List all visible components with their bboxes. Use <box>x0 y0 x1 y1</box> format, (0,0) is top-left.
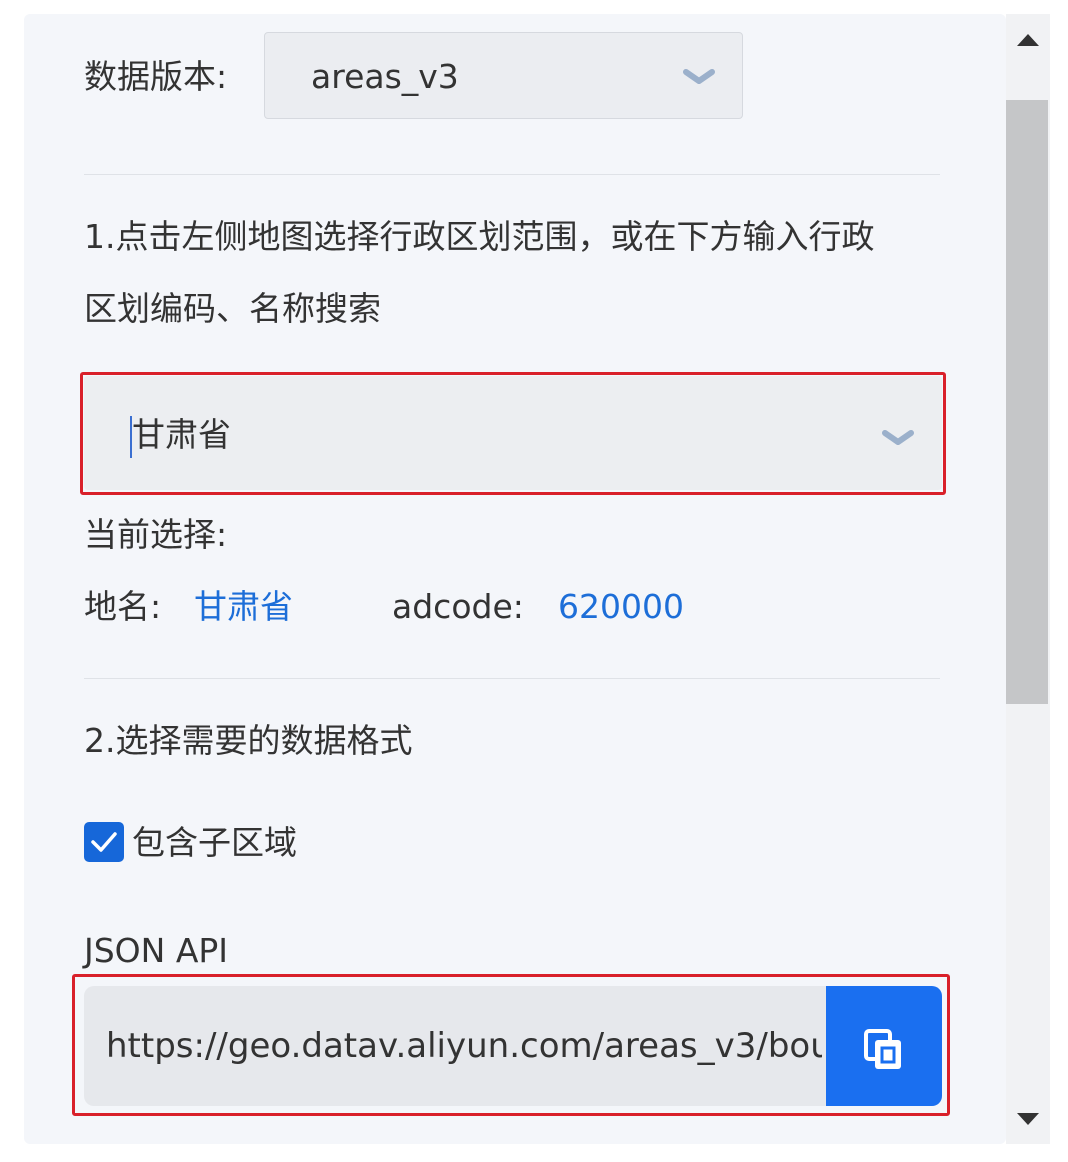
version-select[interactable]: areas_v3 <box>264 32 743 119</box>
arrow-down-icon[interactable] <box>1017 1113 1039 1125</box>
current-selection-label: 当前选择: <box>84 515 228 554</box>
json-api-label: JSON API <box>84 931 229 970</box>
version-select-value: areas_v3 <box>311 57 459 96</box>
adcode-label: adcode: <box>392 587 524 626</box>
include-subregion-checkbox[interactable] <box>84 822 124 862</box>
highlight-box-api <box>72 974 950 1116</box>
step2-title: 2.选择需要的数据格式 <box>84 721 413 760</box>
version-label: 数据版本: <box>84 57 228 96</box>
check-icon <box>91 832 117 852</box>
divider <box>84 678 940 679</box>
arrow-up-icon[interactable] <box>1017 34 1039 46</box>
place-name-label: 地名: <box>84 587 162 626</box>
divider <box>84 174 940 175</box>
place-name-value: 甘肃省 <box>194 587 293 626</box>
scrollbar-thumb[interactable] <box>1006 100 1048 704</box>
adcode-value: 620000 <box>558 587 684 626</box>
chevron-down-icon <box>683 69 715 84</box>
step1-instruction-line2: 区划编码、名称搜索 <box>84 289 381 328</box>
highlight-box-region <box>80 372 946 495</box>
step1-instruction-line1: 1.点击左侧地图选择行政区划范围，或在下方输入行政 <box>84 217 875 256</box>
include-subregion-label[interactable]: 包含子区域 <box>132 826 297 859</box>
